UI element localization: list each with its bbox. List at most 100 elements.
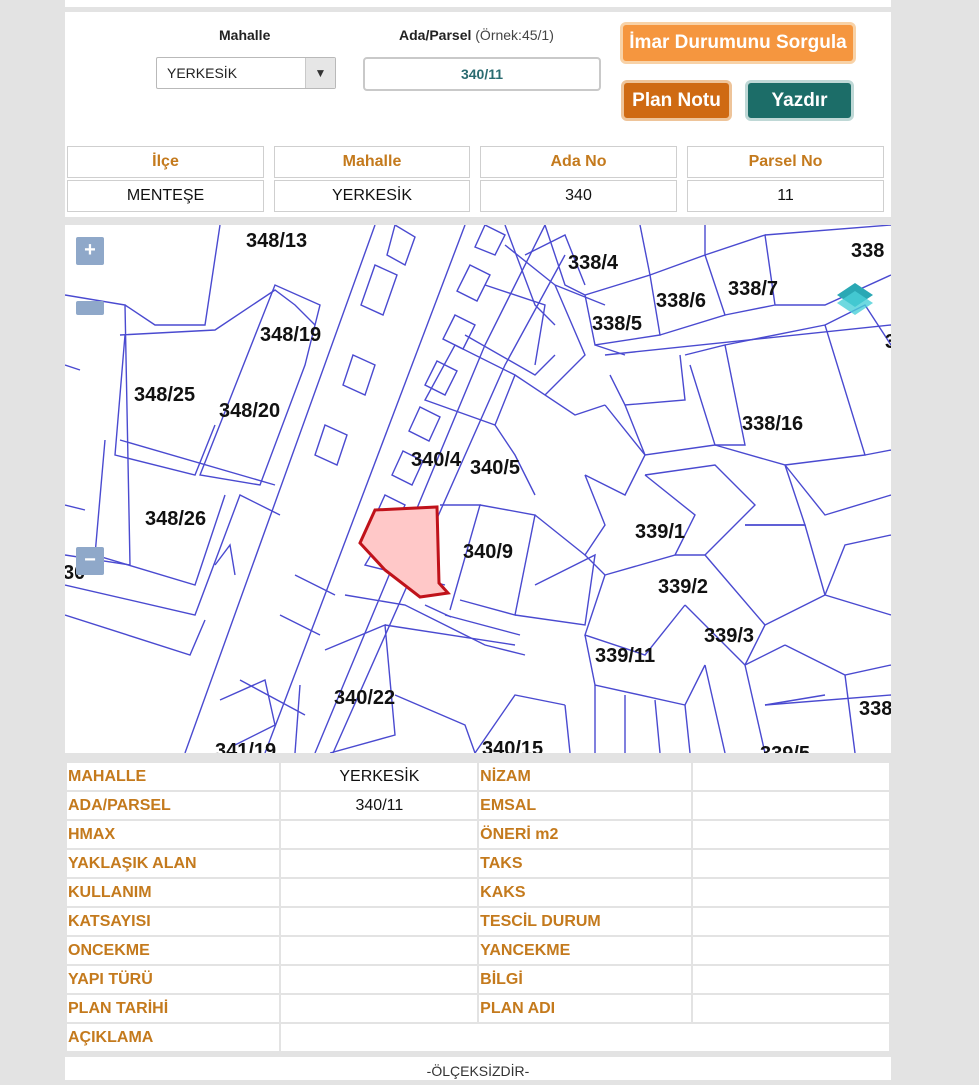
attribute-row: ONCEKME YANCEKME <box>65 935 892 966</box>
zoom-slider-handle[interactable] <box>76 301 104 315</box>
attributes-table: MAHALLE YERKESİK NİZAM ADA/PARSEL 340/11 EMSA… <box>65 761 892 1053</box>
attribute-key: YANCEKME <box>477 935 693 966</box>
scale-note: -ÖLÇEKSİZDİR- <box>65 1057 891 1080</box>
parcel-label: 348/13 <box>246 230 307 252</box>
attribute-value <box>278 819 480 850</box>
parcel-label: 338 <box>859 698 891 720</box>
summary-header-ilce: İlçe <box>67 146 264 178</box>
attribute-value <box>690 906 892 937</box>
attribute-value <box>690 761 892 792</box>
attribute-row: PLAN TARİHİ PLAN ADI <box>65 993 892 1024</box>
attribute-key: ÖNERİ m2 <box>477 819 693 850</box>
parcel-label: 339/5 <box>760 743 810 753</box>
attribute-key: PLAN ADI <box>477 993 693 1024</box>
summary-header-ada: Ada No <box>480 146 677 178</box>
parcel-label: 348/26 <box>145 508 206 530</box>
attribute-key: PLAN TARİHİ <box>65 993 281 1024</box>
top-strip <box>65 0 891 7</box>
attribute-value <box>690 964 892 995</box>
parcel-label: 340/5 <box>470 457 520 479</box>
attribute-value: 340/11 <box>278 790 480 821</box>
yazdir-button[interactable]: Yazdır <box>745 80 854 121</box>
attribute-value <box>690 790 892 821</box>
aciklama-value <box>278 1022 892 1053</box>
attribute-row: YAPI TÜRÜ BİLGİ <box>65 964 892 995</box>
attribute-row: ADA/PARSEL 340/11 EMSAL <box>65 790 892 821</box>
parcel-label: 339/3 <box>704 625 754 647</box>
attribute-value <box>278 848 480 879</box>
attribute-value <box>690 848 892 879</box>
attribute-value <box>690 877 892 908</box>
parcel-label: 338/7 <box>728 278 778 300</box>
attribute-key: TESCİL DURUM <box>477 906 693 937</box>
mahalle-select-value: YERKESİK <box>167 65 238 81</box>
attribute-key: ADA/PARSEL <box>65 790 281 821</box>
attribute-key: MAHALLE <box>65 761 281 792</box>
attribute-key: ONCEKME <box>65 935 281 966</box>
summary-header-parsel: Parsel No <box>687 146 884 178</box>
attribute-value <box>690 993 892 1024</box>
imar-durumu-sorgula-button[interactable]: İmar Durumunu Sorgula <box>620 22 856 64</box>
cadastral-map[interactable]: 348/13 338/4 338 338/6 338/7 338/5 348/1… <box>65 225 891 753</box>
attribute-value <box>690 819 892 850</box>
attribute-value <box>278 877 480 908</box>
parcel-label: 340/22 <box>334 687 395 709</box>
attribute-row: HMAX ÖNERİ m2 <box>65 819 892 850</box>
parcel-label: 339/2 <box>658 576 708 598</box>
attribute-value <box>278 993 480 1024</box>
attribute-value: YERKESİK <box>278 761 480 792</box>
attribute-key: NİZAM <box>477 761 693 792</box>
plan-notu-button[interactable]: Plan Notu <box>621 80 732 121</box>
mahalle-label: Mahalle <box>219 27 271 43</box>
attribute-key: KAKS <box>477 877 693 908</box>
summary-header-mahalle: Mahalle <box>274 146 470 178</box>
zoom-out-button[interactable]: − <box>76 547 104 575</box>
parcel-label: 340/4 <box>411 449 462 471</box>
ada-parsel-input[interactable]: 340/11 <box>363 57 601 91</box>
parcel-label: 340/15 <box>482 738 543 753</box>
parcel-label: 341/19 <box>215 740 276 753</box>
attribute-key: YAPI TÜRÜ <box>65 964 281 995</box>
zoom-in-button[interactable]: + <box>76 237 104 265</box>
selected-parcel-340-11[interactable] <box>358 505 451 599</box>
map-canvas[interactable]: 348/13 338/4 338 338/6 338/7 338/5 348/1… <box>65 225 891 753</box>
attribute-row: MAHALLE YERKESİK NİZAM <box>65 761 892 792</box>
parcel-label: 339/11 <box>595 645 655 667</box>
aciklama-label: AÇIKLAMA <box>65 1022 281 1053</box>
parcel-label: 338/4 <box>568 252 619 274</box>
attribute-key: KATSAYISI <box>65 906 281 937</box>
parcel-label: 338/6 <box>656 290 706 312</box>
parcel-lines <box>65 225 891 753</box>
parcel-label: 338/16 <box>742 413 803 435</box>
attribute-value <box>278 935 480 966</box>
attribute-value <box>278 964 480 995</box>
parcel-label: 348/25 <box>134 384 195 406</box>
attribute-row: YAKLAŞIK ALAN TAKS <box>65 848 892 879</box>
attribute-value <box>278 906 480 937</box>
attribute-row: KATSAYISI TESCİL DURUM <box>65 906 892 937</box>
parcel-label: 340/9 <box>463 541 513 563</box>
attribute-key: TAKS <box>477 848 693 879</box>
attribute-key: EMSAL <box>477 790 693 821</box>
summary-value-parsel: 11 <box>687 180 884 212</box>
attribute-value <box>690 935 892 966</box>
parcel-label: 339/1 <box>635 521 685 543</box>
attribute-row-aciklama: AÇIKLAMA <box>65 1022 892 1053</box>
summary-value-mahalle: YERKESİK <box>274 180 470 212</box>
ada-parsel-hint: (Örnek:45/1) <box>475 27 554 43</box>
ada-parsel-label: Ada/Parsel <box>399 27 472 43</box>
parcel-label: 348/20 <box>219 400 280 422</box>
summary-value-ilce: MENTEŞE <box>67 180 264 212</box>
summary-value-ada: 340 <box>480 180 677 212</box>
attribute-row: KULLANIM KAKS <box>65 877 892 908</box>
parcel-label: 338/5 <box>592 313 642 335</box>
parcel-label: 348/19 <box>260 324 321 346</box>
attribute-key: YAKLAŞIK ALAN <box>65 848 281 879</box>
parcel-label: 338 <box>851 240 884 262</box>
attribute-key: BİLGİ <box>477 964 693 995</box>
ada-parsel-label-group: Ada/Parsel (Örnek:45/1) <box>399 27 554 43</box>
mahalle-select[interactable]: YERKESİK ▼ <box>156 57 336 89</box>
attribute-key: KULLANIM <box>65 877 281 908</box>
parcel-label: 3 <box>885 331 891 353</box>
chevron-down-icon[interactable]: ▼ <box>305 58 335 88</box>
